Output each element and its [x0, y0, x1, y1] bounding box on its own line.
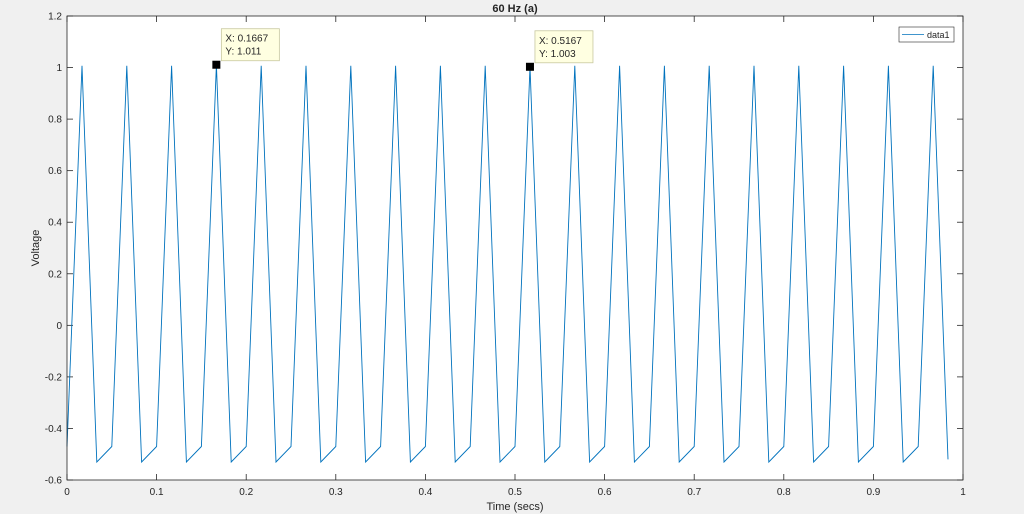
figure: 60 Hz (a) Time (secs) Voltage 0 0.1 0.2 0.3… — [30, 3, 966, 513]
datatip-marker[interactable] — [212, 60, 221, 69]
x-tick-label: 0.1 — [150, 487, 164, 498]
y-tick-label: 0 — [56, 321, 62, 332]
x-axis-label: Time (secs) — [486, 501, 543, 513]
y-tick-label: 1 — [56, 63, 62, 74]
x-tick-label: 0.9 — [866, 487, 880, 498]
x-tick-label: 0.6 — [598, 487, 612, 498]
datatip-y-label: Y: 1.011 — [225, 47, 261, 58]
x-tick-label: 1 — [960, 487, 966, 498]
y-tick-label: 0.6 — [48, 166, 62, 177]
chart-title: 60 Hz (a) — [492, 3, 538, 15]
y-tick-label: -0.2 — [45, 372, 63, 383]
y-tick-label: 0.2 — [48, 269, 62, 280]
datatip-x-label: X: 0.1667 — [225, 34, 268, 45]
y-tick-label: 1.2 — [48, 12, 62, 23]
y-tick-label: -0.6 — [45, 476, 63, 487]
x-tick-label: 0.3 — [329, 487, 343, 498]
y-axis-label: Voltage — [30, 230, 42, 267]
x-tick-label: 0.8 — [777, 487, 791, 498]
datatip-x-label: X: 0.5167 — [539, 36, 582, 47]
x-tick-label: 0.5 — [508, 487, 522, 498]
legend[interactable]: data1 — [898, 26, 955, 43]
x-tick-label: 0.7 — [687, 487, 701, 498]
x-tick-label: 0.4 — [418, 487, 432, 498]
x-tick-label: 0 — [64, 487, 70, 498]
y-tick-label: -0.4 — [45, 424, 63, 435]
y-tick-label: 0.4 — [48, 218, 62, 229]
axes-background — [67, 16, 963, 480]
datatip-y-label: Y: 1.003 — [539, 49, 576, 60]
x-tick-label: 0.2 — [239, 487, 253, 498]
y-tick-label: 0.8 — [48, 115, 62, 126]
legend-label-data1: data1 — [927, 30, 950, 40]
datatip-marker[interactable] — [525, 62, 534, 71]
